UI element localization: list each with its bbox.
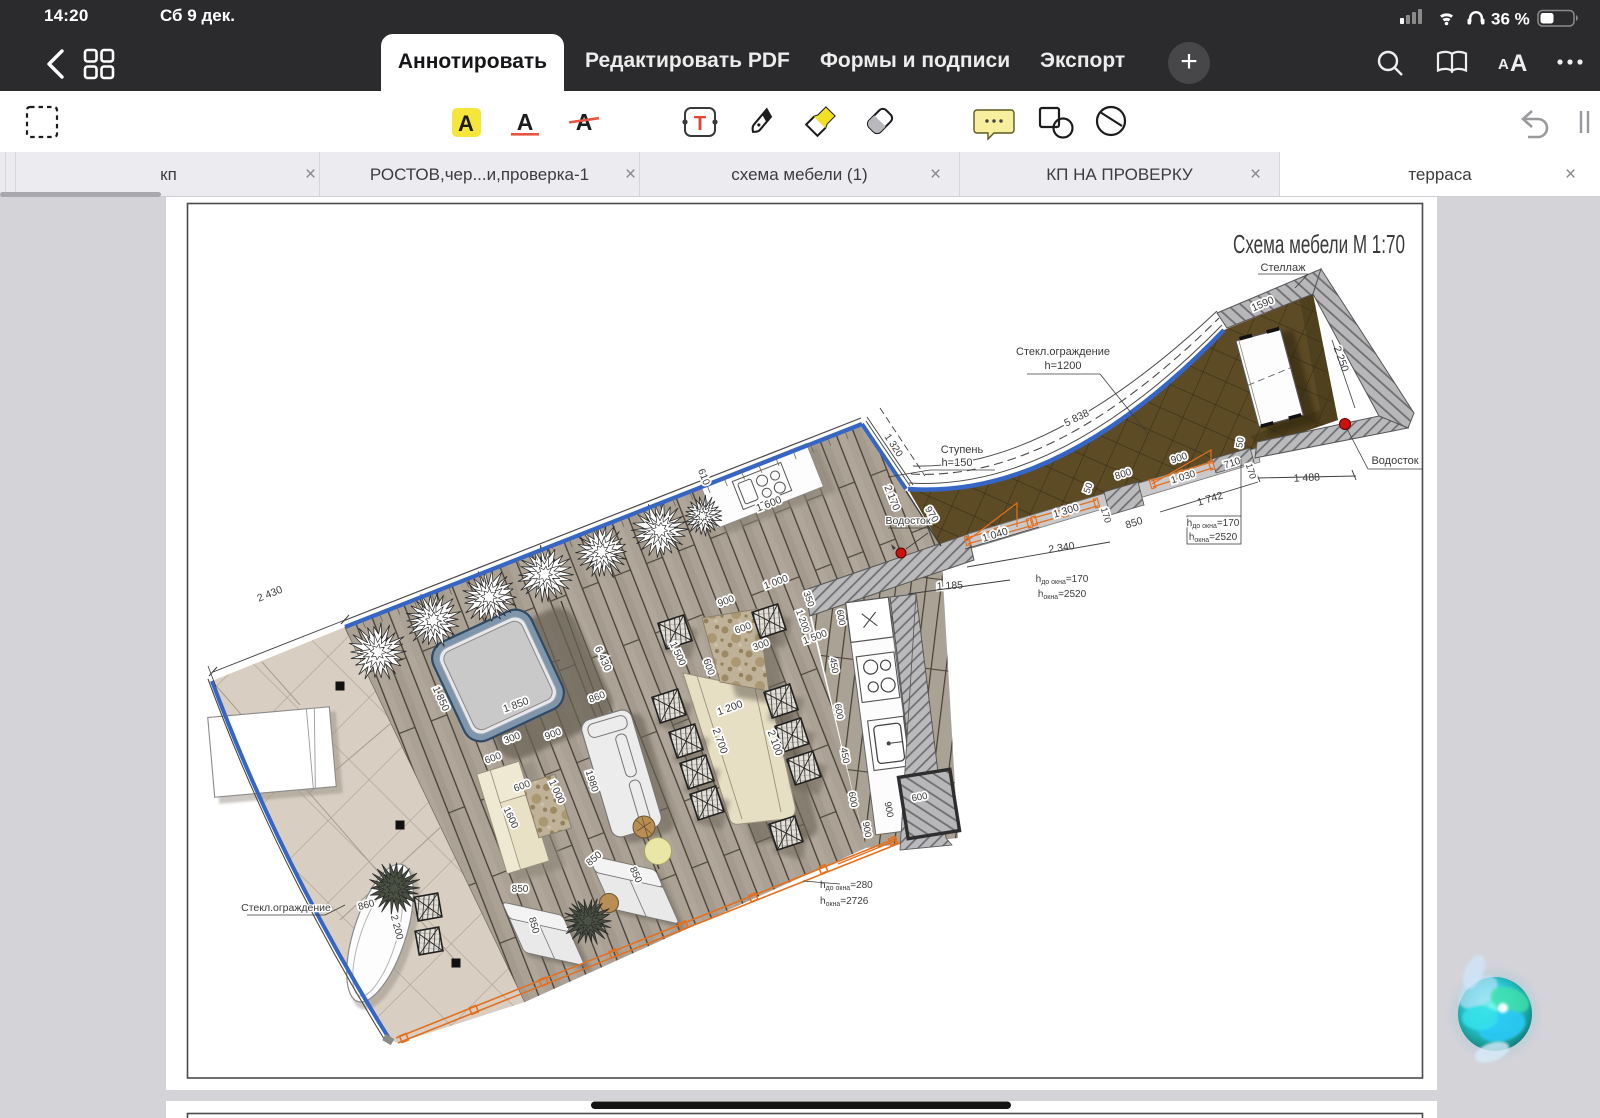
- svg-text:Водосток: Водосток: [886, 515, 931, 527]
- svg-text:Водосток: Водосток: [1371, 455, 1418, 467]
- svg-text:Стеллаж: Стеллаж: [1261, 262, 1307, 274]
- svg-text:h=1200: h=1200: [1044, 360, 1081, 372]
- svg-text:A: A: [517, 109, 534, 135]
- svg-text:850: 850: [512, 884, 529, 895]
- svg-text:Ступень: Ступень: [941, 444, 984, 456]
- svg-text:h=150: h=150: [942, 457, 973, 469]
- svg-text:Стекл.ограждение: Стекл.ограждение: [241, 902, 331, 914]
- svg-text:A: A: [1498, 56, 1509, 73]
- svg-text:36 %: 36 %: [1491, 10, 1530, 29]
- svg-text:T: T: [694, 113, 706, 135]
- svg-text:1 185: 1 185: [936, 579, 963, 592]
- svg-text:50: 50: [1234, 436, 1247, 448]
- svg-text:A: A: [458, 111, 474, 136]
- svg-text:Стекл.ограждение: Стекл.ограждение: [1016, 346, 1110, 358]
- svg-text:1 488: 1 488: [1293, 471, 1320, 484]
- svg-text:A: A: [1510, 50, 1527, 77]
- svg-text:Схема мебели М 1:70: Схема мебели М 1:70: [1233, 229, 1405, 259]
